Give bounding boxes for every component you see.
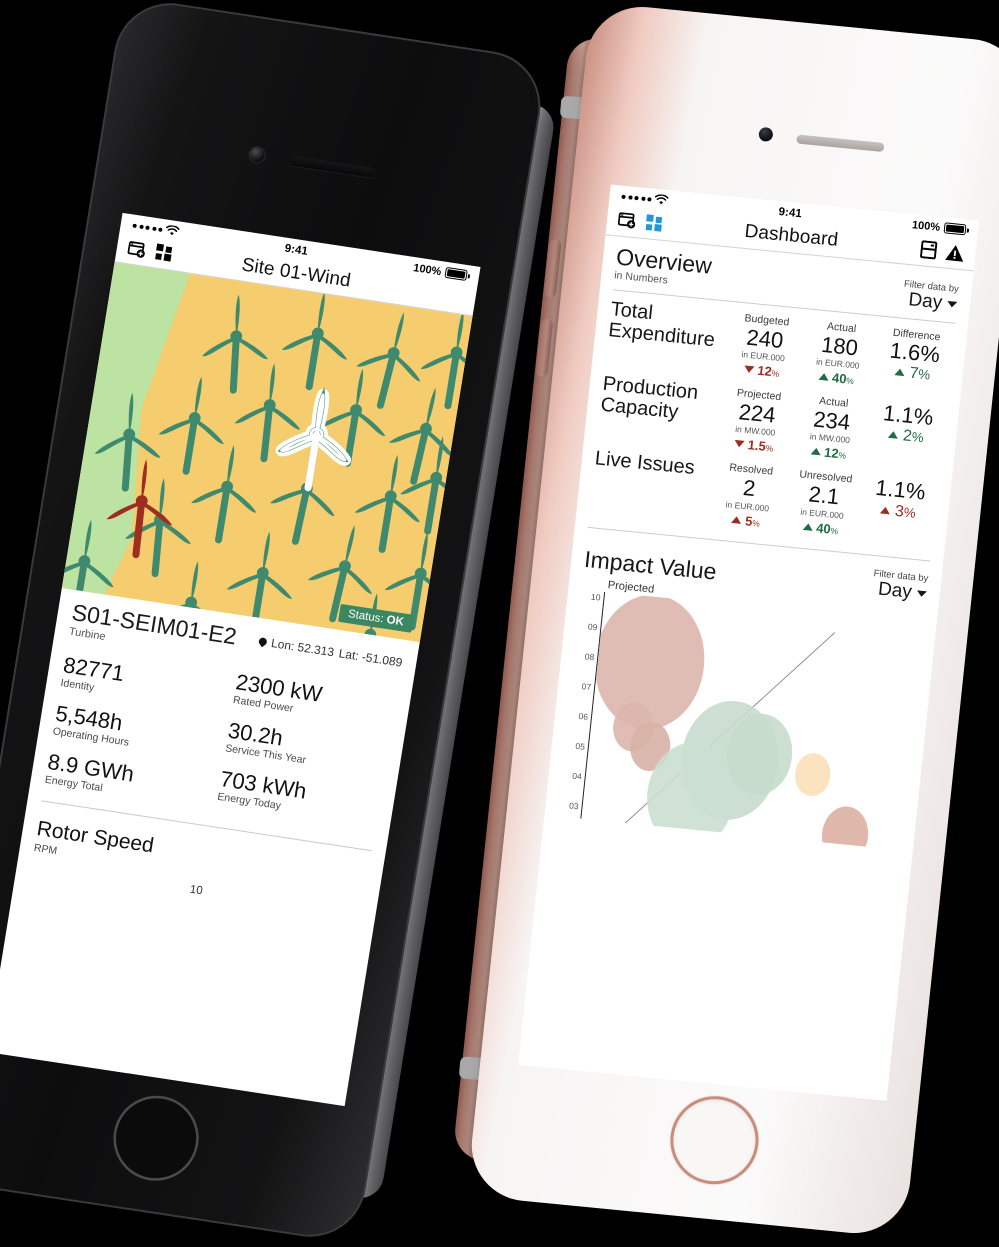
chart-y-tick: 09 [587, 620, 598, 632]
grid-icon[interactable] [154, 243, 174, 262]
screenshot-stage: 9:41 100% Site 01-Wind Status: OK S01-SE… [0, 0, 999, 1245]
chevron-down-icon[interactable] [946, 300, 958, 308]
battery-percent: 100% [412, 261, 443, 278]
turbine-layer [62, 262, 473, 642]
battery-icon [444, 267, 468, 281]
metric-cell-actual: Actual 180 in EUR.000 40% [799, 318, 878, 389]
metric-cell-actual: Actual 234 in MW.000 12% [791, 393, 870, 464]
kpi-energy-total: 8.9 GWh Energy Total [44, 749, 209, 810]
chart-y-tick: 10 [590, 591, 602, 602]
triangle-up-icon [731, 515, 743, 524]
delta-suffix: % [830, 525, 839, 536]
triangle-up-icon [888, 431, 899, 440]
triangle-down-icon [743, 365, 755, 374]
triangle-up-icon [894, 368, 906, 377]
selected-turbine-icon [276, 390, 354, 492]
triangle-up-icon [810, 447, 821, 456]
chart-y-tick: 08 [584, 650, 595, 662]
battery-icon [943, 222, 967, 236]
delta-value: 1.5 [746, 437, 767, 455]
chart-bubble [818, 804, 872, 851]
status-badge-value: OK [385, 614, 405, 629]
status-badge-label: Status: [347, 608, 385, 626]
chart-plot-area: 10 09 08 07 06 05 04 03 [557, 589, 936, 851]
chart-y-tick: 04 [571, 770, 583, 781]
filter-value: Day [907, 289, 944, 314]
delta-suffix: % [903, 504, 917, 521]
triangle-up-icon [802, 522, 814, 531]
metric-cell-resolved: Resolved 2 in EUR.000 5% [709, 460, 788, 531]
wifi-icon [165, 225, 180, 236]
longitude-value: Lon: 52.313 [270, 636, 336, 660]
signal-dots-icon [132, 223, 163, 232]
triangle-up-icon [880, 506, 891, 514]
battery-percent: 100% [911, 218, 941, 234]
triangle-up-icon [818, 372, 829, 381]
metric-cell-unresolved: Unresolved 2.1 in EUR.000 40% [783, 468, 862, 539]
overview-filter[interactable]: Filter data by Day [901, 279, 959, 315]
metric-cell-difference: 1.1% 3% [858, 475, 938, 546]
metric-name: Production Capacity [599, 372, 700, 424]
triangle-down-icon [733, 440, 745, 449]
delta-suffix: % [917, 366, 931, 383]
latitude-value: Lat: -51.089 [337, 646, 404, 670]
chart-y-tick: 03 [568, 799, 580, 811]
chart-bubble [793, 751, 832, 798]
metric-name: Total Expenditure [607, 298, 716, 352]
delta-suffix: % [765, 443, 774, 454]
chart-bubbles [581, 591, 936, 851]
book-icon[interactable] [920, 240, 938, 260]
chart-y-tick: 07 [581, 680, 592, 692]
status-time: 9:41 [777, 205, 803, 220]
grid-icon[interactable] [645, 213, 664, 233]
add-window-icon[interactable] [127, 240, 148, 259]
delta-suffix: % [837, 450, 847, 462]
chart-y-tick: 06 [578, 710, 589, 722]
signal-dots-icon [621, 194, 652, 202]
delta-suffix: % [751, 517, 761, 529]
wind-farm-map[interactable] [61, 262, 473, 643]
phone-right-rose-gold: 9:41 100% Dashboard Overview in Numbers … [452, 1, 999, 1239]
chart-y-tick: 05 [574, 740, 586, 752]
metric-cell-difference: 1.1% 2% [866, 400, 946, 471]
add-window-icon[interactable] [617, 211, 638, 229]
metric-name: Live Issues [593, 447, 696, 480]
alarm-turbine-icon [99, 455, 183, 561]
metric-cell-projected: Projected 224 in MW.000 1.5% [717, 386, 796, 457]
chevron-down-icon[interactable] [916, 589, 928, 597]
location-pin-icon [256, 636, 268, 648]
metric-cell-difference: Difference 1.6% 7% [874, 326, 954, 397]
impact-bubble-chart[interactable]: Projected 10 09 08 07 06 05 04 03 [545, 569, 939, 851]
alert-icon[interactable] [945, 243, 966, 262]
wifi-icon [654, 194, 669, 205]
delta-suffix: % [910, 429, 925, 446]
delta-suffix: % [771, 368, 780, 380]
delta-suffix: % [845, 375, 855, 387]
status-time: 9:41 [283, 242, 309, 258]
metric-cell-budgeted: Budgeted 240 in EUR.000 12% [725, 311, 804, 382]
